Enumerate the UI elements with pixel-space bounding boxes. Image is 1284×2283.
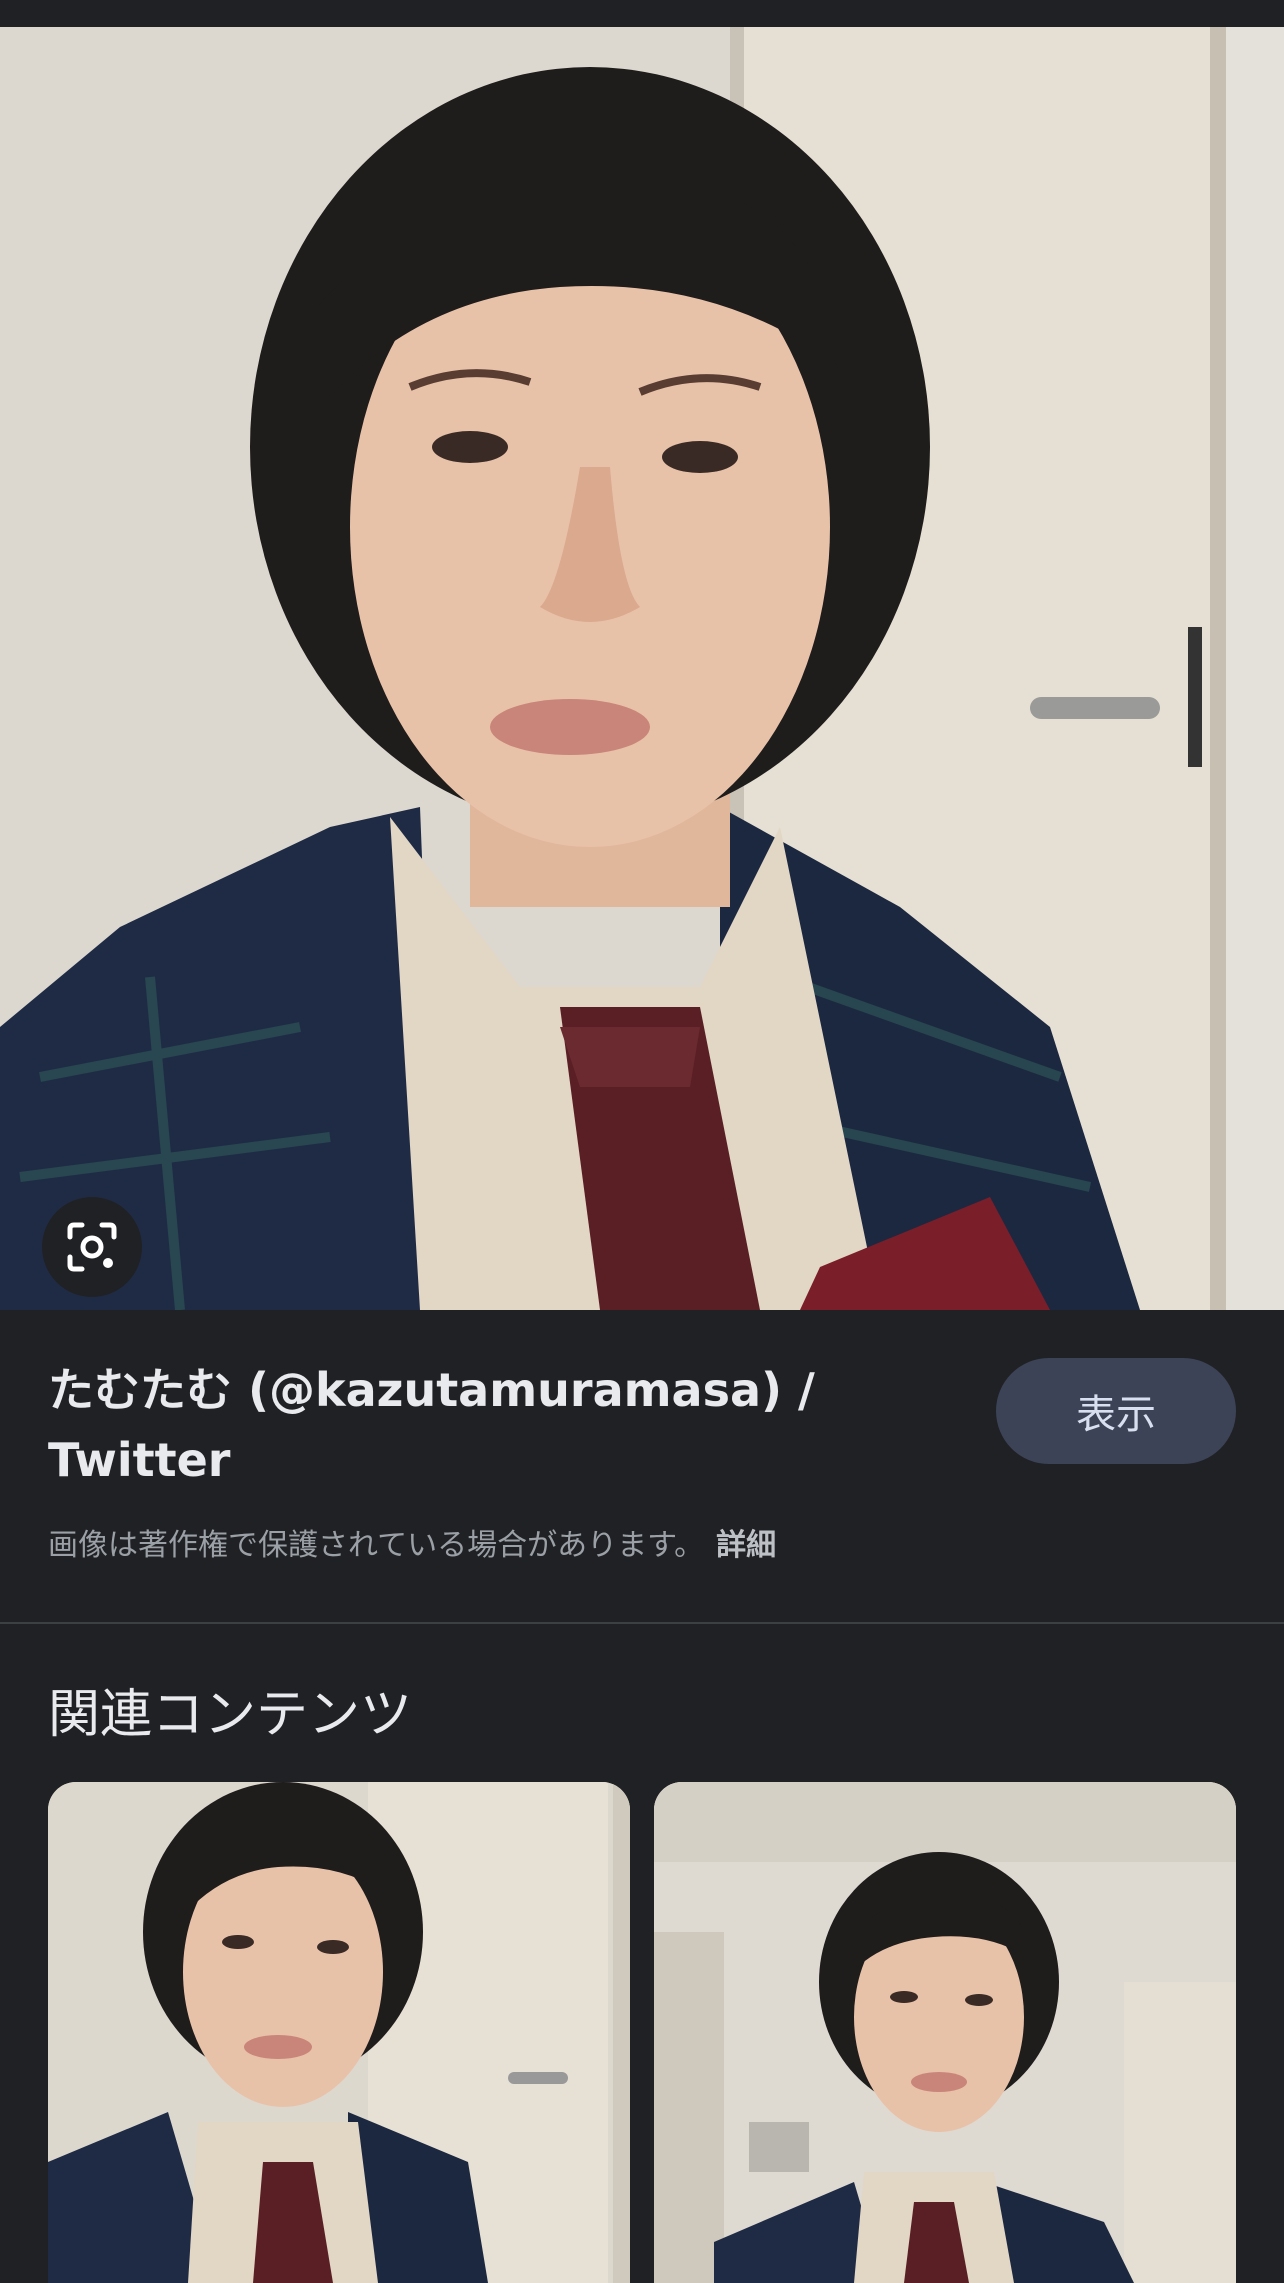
section-divider — [0, 1622, 1284, 1624]
main-image[interactable] — [0, 27, 1284, 1310]
photo-illustration — [0, 27, 1284, 1310]
details-link[interactable]: 詳細 — [716, 1528, 776, 1563]
copyright-text: 画像は著作権で保護されている場合があります。 — [48, 1528, 705, 1563]
related-image-card[interactable] — [48, 1782, 630, 2283]
google-lens-icon — [67, 1222, 117, 1272]
related-image-2 — [654, 1782, 1236, 2283]
result-info: たむたむ (@kazutamuramasa) / Twitter 表示 画像は著… — [0, 1310, 1284, 1624]
google-lens-button[interactable] — [42, 1197, 142, 1297]
related-content-heading: 関連コンテンツ — [48, 1685, 413, 1745]
copyright-notice: 画像は著作権で保護されている場合があります。 詳細 — [48, 1520, 776, 1564]
view-button[interactable]: 表示 — [996, 1358, 1236, 1464]
related-image-card[interactable] — [654, 1782, 1236, 2283]
result-title[interactable]: たむたむ (@kazutamuramasa) / Twitter — [48, 1355, 928, 1495]
related-image-1 — [48, 1782, 630, 2283]
status-bar-strip — [0, 0, 1284, 27]
